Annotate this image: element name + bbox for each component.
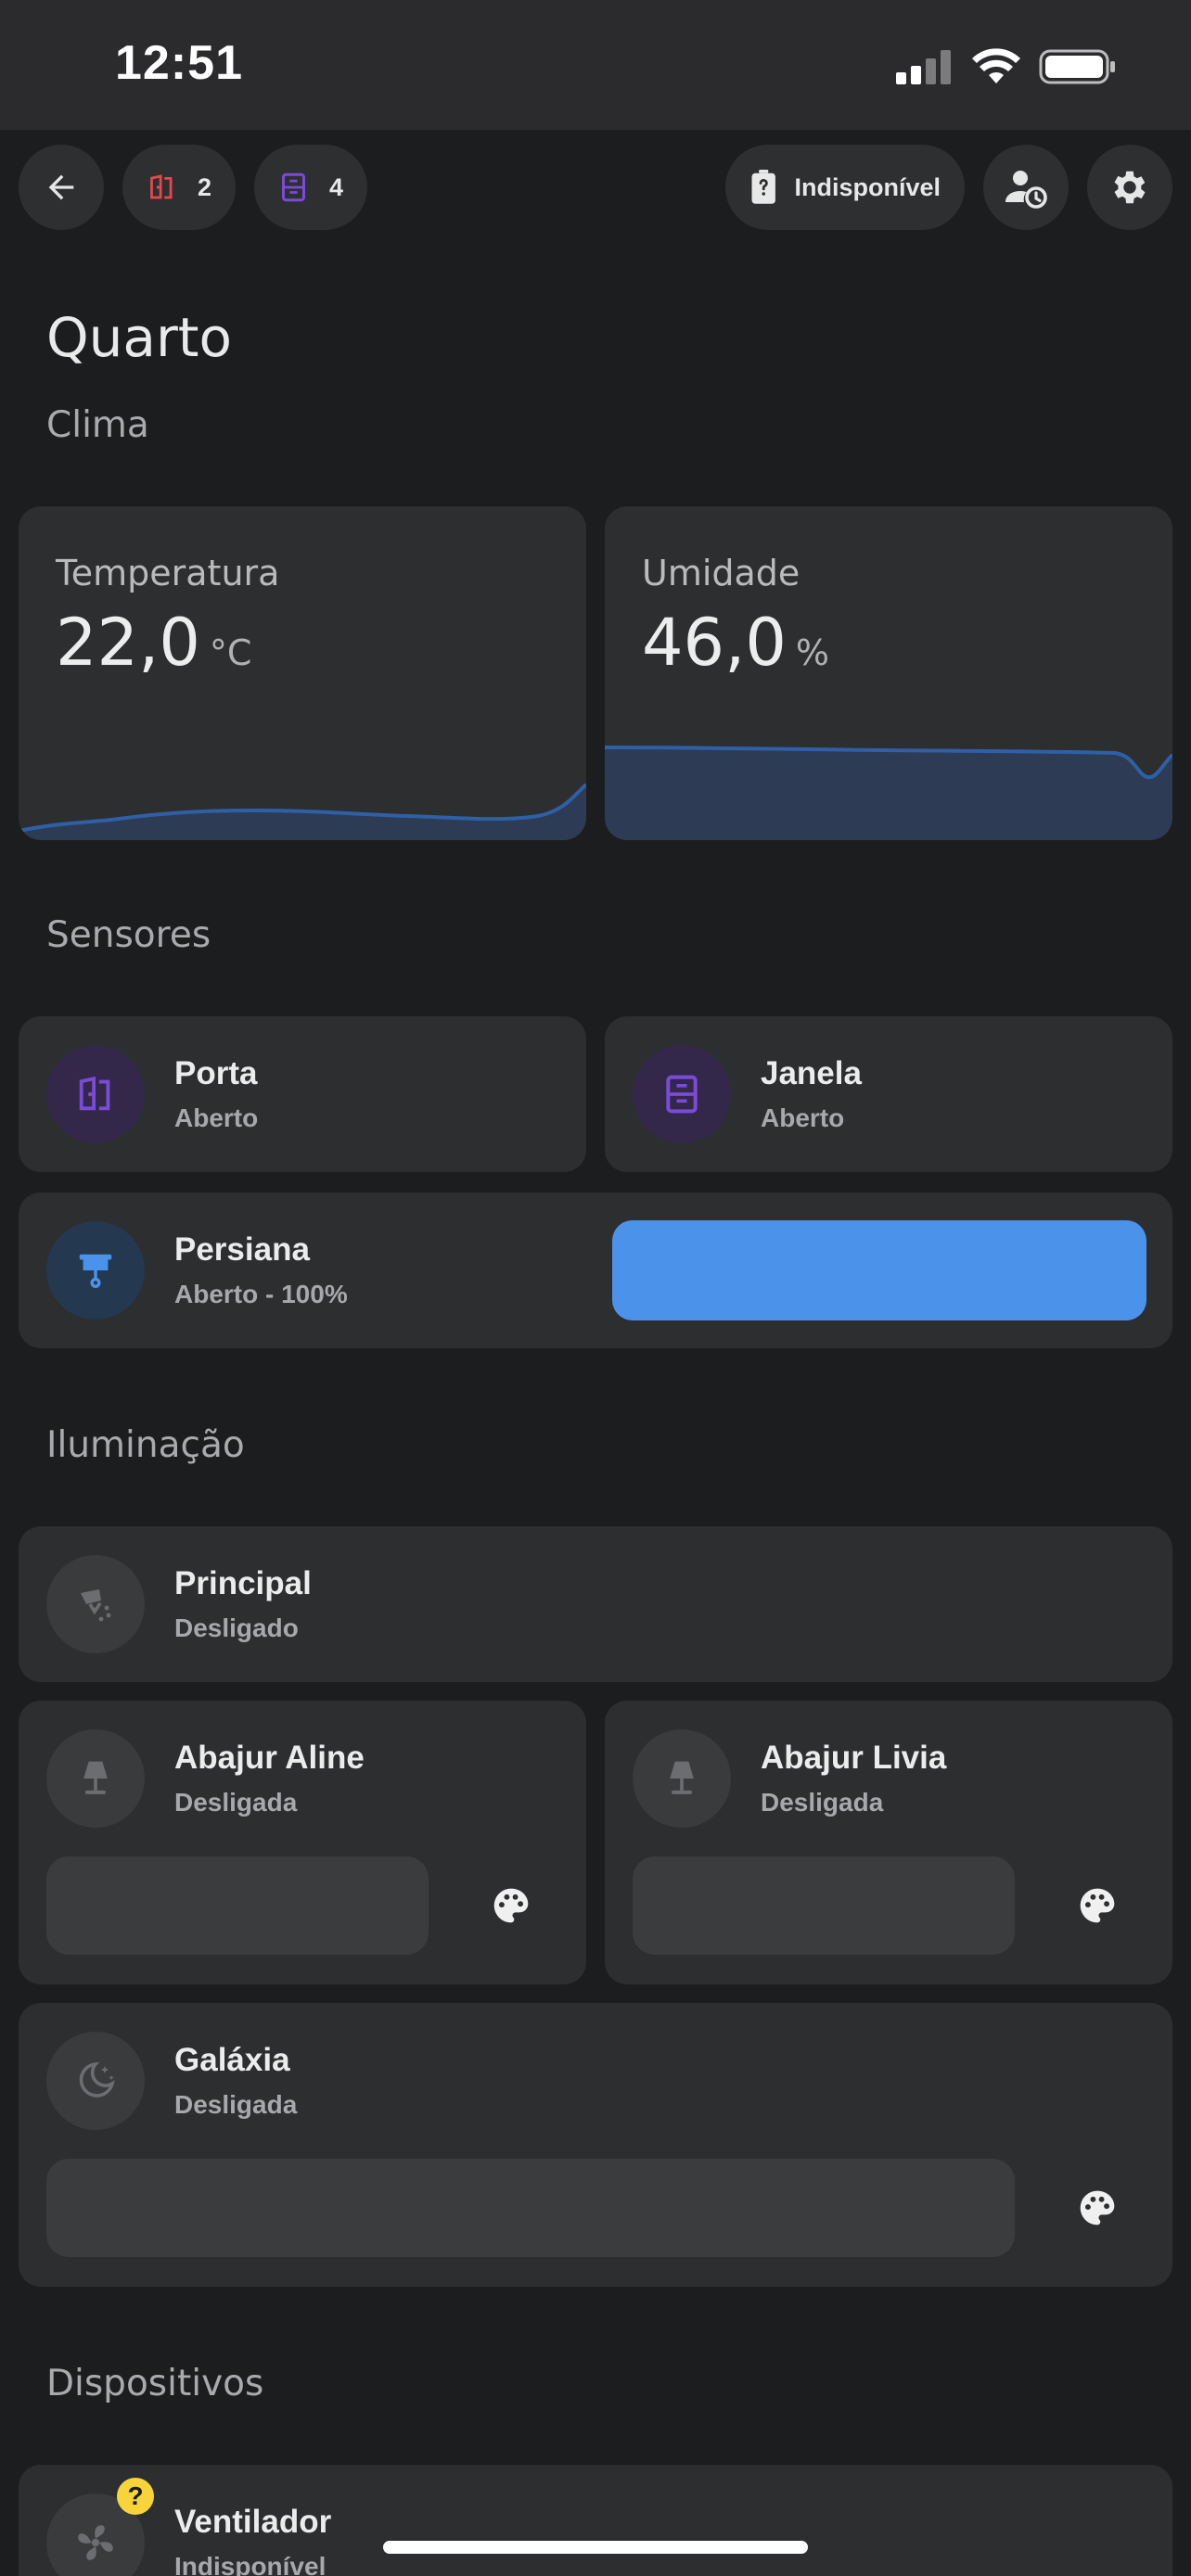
section-climate: Clima [46,404,149,446]
lamp-livia-state: Desligada [761,1788,884,1817]
settings-button[interactable] [1087,145,1172,230]
fan-icon [78,2525,113,2560]
lamp-aline-icon-circle [46,1729,145,1828]
door-name: Porta [174,1055,258,1091]
status-icons [896,48,1117,85]
windows-open-count: 4 [328,172,343,201]
unavailable-badge: ? [117,2478,154,2515]
room-title: Quarto [46,306,233,369]
lamp-livia-name: Abajur Livia [761,1740,947,1776]
main-light-state: Desligado [174,1613,299,1642]
galaxy-name: Galáxia [174,2042,290,2078]
lamp-livia-color-button[interactable] [1048,1856,1146,1955]
doors-open-count: 2 [197,172,211,201]
top-bar: 2 4 Indisponível [0,130,1191,254]
palette-icon [1080,2190,1115,2225]
doors-open-chip[interactable]: 2 [122,145,236,230]
humidity-value: 46,0 [642,605,787,681]
humidity-tile[interactable]: Umidade 46,0% [605,506,1172,840]
temperature-history-graph [19,783,586,840]
lamp-aline-state: Desligada [174,1788,298,1817]
main-light-card[interactable]: Principal Desligado [19,1526,1172,1682]
clock: 12:51 [115,36,243,90]
humidity-unit: % [795,632,829,673]
door-sensor-card[interactable]: Porta Aberto [19,1016,586,1172]
fan-name: Ventilador [174,2504,332,2540]
window-open-icon [666,1075,698,1114]
lamp-livia-icon-circle [633,1729,731,1828]
lamp-icon [83,1761,108,1794]
windows-open-chip[interactable]: 4 [254,145,367,230]
presence-schedule-button[interactable] [983,145,1069,230]
window-open-icon [281,172,305,202]
fan-state: Indisponível [174,2552,327,2576]
temperature-value-row: 22,0 °C [56,605,251,681]
arrow-left-icon [48,174,74,200]
battery-status-label: Indisponível [794,172,941,201]
window-name: Janela [761,1055,862,1091]
fan-card[interactable]: ? Ventilador Indisponível [19,2465,1172,2576]
main-light-name: Principal [174,1565,312,1601]
blind-icon-circle [46,1221,145,1320]
humidity-value-row: 46,0% [642,605,829,681]
window-state: Aberto [761,1103,845,1132]
blind-card[interactable]: Persiana Aberto - 100% [19,1192,1172,1348]
wifi-icon [972,48,1020,83]
lamp-aline-brightness-slider[interactable] [46,1856,429,1955]
lamp-livia-card[interactable]: Abajur Livia Desligada [605,1701,1172,1984]
door-icon-circle [46,1045,145,1143]
lamp-livia-brightness-slider[interactable] [633,1856,1015,1955]
temperature-label: Temperatura [56,553,280,593]
palette-icon [493,1888,529,1923]
door-state: Aberto [174,1103,259,1132]
blind-position-slider[interactable] [612,1220,1146,1320]
section-devices: Dispositivos [46,2363,264,2404]
battery-unknown-icon [751,169,775,204]
galaxy-state: Desligada [174,2090,298,2119]
ceiling-light-off-icon [81,1589,111,1622]
moon-stars-icon [79,2061,115,2098]
lamp-aline-card[interactable]: Abajur Aline Desligada [19,1701,586,1984]
temperature-tile[interactable]: Temperatura 22,0 °C [19,506,586,840]
section-sensors: Sensores [46,914,211,956]
account-clock-icon [1005,171,1047,209]
door-open-icon [79,1076,110,1111]
main-light-icon-circle [46,1555,145,1653]
blind-state: Aberto - 100% [174,1280,348,1308]
battery-status-chip[interactable]: Indisponível [725,145,965,230]
home-indicator[interactable] [383,2541,808,2554]
galaxy-brightness-slider[interactable] [46,2159,1015,2257]
galaxy-color-button[interactable] [1048,2159,1146,2257]
window-icon-circle [633,1045,731,1143]
battery-icon [1039,49,1115,84]
lamp-aline-name: Abajur Aline [174,1740,365,1776]
back-button[interactable] [19,145,104,230]
gear-icon [1114,171,1146,204]
temperature-value: 22,0 [56,605,200,681]
galaxy-light-card[interactable]: Galáxia Desligada [19,2003,1172,2287]
humidity-history-graph [605,746,1172,840]
window-sensor-card[interactable]: Janela Aberto [605,1016,1172,1172]
humidity-label: Umidade [642,553,800,593]
lamp-aline-color-button[interactable] [462,1856,560,1955]
lamp-icon [670,1761,694,1794]
section-lighting: Iluminação [46,1424,245,1466]
temperature-unit: °C [209,632,252,673]
cellular-signal-icon [896,50,951,84]
palette-icon [1080,1888,1115,1923]
galaxy-icon-circle [46,2032,145,2130]
roller-blind-icon [79,1254,112,1288]
door-open-icon [150,174,173,199]
status-bar: 12:51 [0,0,1191,130]
blind-name: Persiana [174,1231,310,1268]
